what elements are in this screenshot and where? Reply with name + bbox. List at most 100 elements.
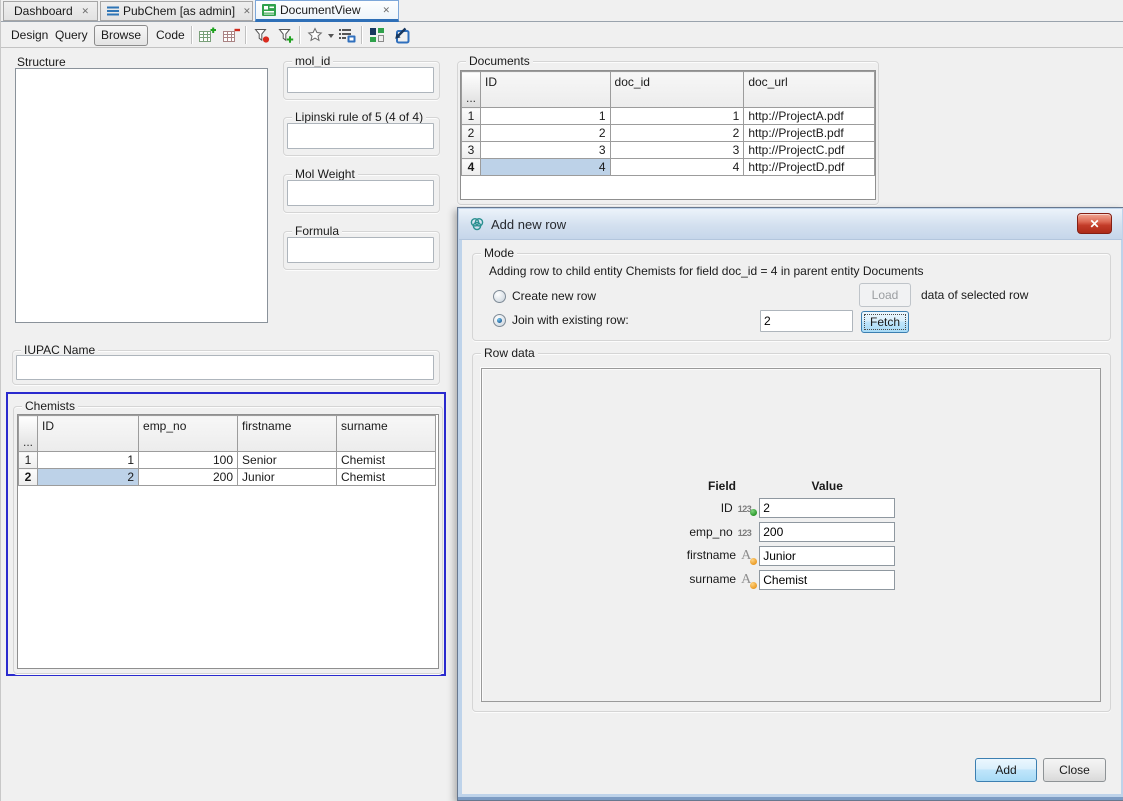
add-new-row-dialog: Add new row ✕ Mode Adding row to child e… <box>457 207 1123 801</box>
column-header-id[interactable]: ID <box>481 72 611 108</box>
close-button[interactable]: Close <box>1043 758 1106 782</box>
table-corner-button[interactable]: ... <box>19 416 38 452</box>
cell-firstname[interactable]: Junior <box>238 469 337 486</box>
tab-documentview[interactable]: DocumentView ✕ <box>255 0 399 22</box>
chemists-table: ... ID emp_no firstname surname 1 1 100 … <box>18 415 436 486</box>
tab-bar: Dashboard ✕ PubChem [as admin] ✕ Documen… <box>1 0 1123 22</box>
join-row-id-input[interactable] <box>760 310 853 332</box>
id-value-input[interactable] <box>759 498 895 518</box>
column-header-surname[interactable]: surname <box>337 416 436 452</box>
lipinski-field[interactable] <box>287 123 434 149</box>
cell-id-selected[interactable]: 4 <box>481 159 611 176</box>
documents-title: Documents <box>466 54 533 68</box>
table-row[interactable]: 1 1 100 Senior Chemist <box>19 452 436 469</box>
cell-doc-url[interactable]: http://ProjectA.pdf <box>744 108 875 125</box>
table-remove-icon[interactable] <box>221 26 241 44</box>
layout-icon[interactable] <box>367 26 387 44</box>
documents-header-row: ... ID doc_id doc_url <box>462 72 875 108</box>
cell-emp-no[interactable]: 100 <box>139 452 238 469</box>
cell-doc-url[interactable]: http://ProjectC.pdf <box>744 142 875 159</box>
export-icon[interactable] <box>391 26 411 44</box>
dialog-close-button[interactable]: ✕ <box>1077 213 1112 234</box>
column-header-emp-no[interactable]: emp_no <box>139 416 238 452</box>
column-header-firstname[interactable]: firstname <box>238 416 337 452</box>
mol-id-field[interactable] <box>287 67 434 93</box>
cell-doc-url[interactable]: http://ProjectB.pdf <box>744 125 875 142</box>
row-header[interactable]: 1 <box>462 108 481 125</box>
favorites-icon[interactable] <box>305 26 325 44</box>
cell-id-selected[interactable]: 2 <box>38 469 139 486</box>
numeric-type-icon: 123 <box>738 504 752 514</box>
create-new-row-radio[interactable] <box>493 290 506 303</box>
browse-button[interactable]: Browse <box>94 25 148 46</box>
documents-table-viewport[interactable]: ... ID doc_id doc_url 1 1 1 http://Proje… <box>460 70 876 200</box>
table-add-icon[interactable] <box>197 26 217 44</box>
field-label-emp-no: emp_no123 <box>686 521 758 544</box>
firstname-value-input[interactable] <box>759 546 895 566</box>
mol-weight-field[interactable] <box>287 180 434 206</box>
fetch-button[interactable]: Fetch <box>861 311 909 333</box>
cell-firstname[interactable]: Senior <box>238 452 337 469</box>
documents-table: ... ID doc_id doc_url 1 1 1 http://Proje… <box>461 71 875 176</box>
column-header-doc-id[interactable]: doc_id <box>610 72 744 108</box>
table-row-selected[interactable]: 4 4 4 http://ProjectD.pdf <box>462 159 875 176</box>
close-icon[interactable]: ✕ <box>380 4 392 17</box>
table-corner-button[interactable]: ... <box>462 72 481 108</box>
add-button[interactable]: Add <box>975 758 1037 782</box>
load-suffix-label: data of selected row <box>921 288 1028 302</box>
table-row[interactable]: 2 2 2 http://ProjectB.pdf <box>462 125 875 142</box>
cell-doc-id[interactable]: 4 <box>610 159 744 176</box>
cell-surname[interactable]: Chemist <box>337 469 436 486</box>
cell-doc-id[interactable]: 2 <box>610 125 744 142</box>
field-header: Field <box>686 479 758 496</box>
cell-emp-no[interactable]: 200 <box>139 469 238 486</box>
filter-add-icon[interactable] <box>275 26 295 44</box>
load-button[interactable]: Load <box>859 283 911 307</box>
surname-value-input[interactable] <box>759 570 895 590</box>
join-existing-row-radio[interactable] <box>493 314 506 327</box>
cell-surname[interactable]: Chemist <box>337 452 436 469</box>
tab-dashboard[interactable]: Dashboard ✕ <box>3 1 98 21</box>
row-header[interactable]: 2 <box>462 125 481 142</box>
table-row[interactable]: 1 1 1 http://ProjectA.pdf <box>462 108 875 125</box>
query-button[interactable]: Query <box>49 26 94 44</box>
structure-canvas[interactable] <box>15 68 268 323</box>
tab-label: PubChem [as admin] <box>119 4 241 18</box>
iupac-field[interactable] <box>16 355 434 380</box>
structure-label: Structure <box>17 55 66 69</box>
filter-current-icon[interactable] <box>251 26 271 44</box>
dialog-titlebar[interactable]: Add new row ✕ <box>459 209 1122 240</box>
row-header[interactable]: 3 <box>462 142 481 159</box>
code-button[interactable]: Code <box>150 26 191 44</box>
design-button[interactable]: Design <box>5 26 54 44</box>
chemists-title: Chemists <box>22 399 78 413</box>
row-header[interactable]: 4 <box>462 159 481 176</box>
table-row-selected[interactable]: 2 2 200 Junior Chemist <box>19 469 436 486</box>
close-icon[interactable]: ✕ <box>79 5 91 18</box>
tab-pubchem[interactable]: PubChem [as admin] ✕ <box>100 1 253 21</box>
close-icon[interactable]: ✕ <box>241 5 253 18</box>
cell-doc-url[interactable]: http://ProjectD.pdf <box>744 159 875 176</box>
column-header-id[interactable]: ID <box>38 416 139 452</box>
chemists-table-viewport[interactable]: ... ID emp_no firstname surname 1 1 100 … <box>17 414 439 669</box>
cell-id[interactable]: 1 <box>38 452 139 469</box>
favorites-caret-icon[interactable] <box>328 34 334 38</box>
table-row[interactable]: 3 3 3 http://ProjectC.pdf <box>462 142 875 159</box>
field-row: emp_no123 <box>686 521 896 544</box>
row-data-group: Row data Field Value ID123 <box>472 353 1111 712</box>
table-data-icon[interactable] <box>337 26 357 44</box>
cell-id[interactable]: 3 <box>481 142 611 159</box>
chemists-focus-outline: Chemists ... ID emp_no firstname surname… <box>6 392 446 676</box>
cell-id[interactable]: 1 <box>481 108 611 125</box>
cell-doc-id[interactable]: 1 <box>610 108 744 125</box>
mol-weight-group: Mol Weight <box>283 174 440 213</box>
row-header[interactable]: 2 <box>19 469 38 486</box>
cell-doc-id[interactable]: 3 <box>610 142 744 159</box>
formula-field[interactable] <box>287 237 434 263</box>
emp-no-value-input[interactable] <box>759 522 895 542</box>
mode-group: Mode Adding row to child entity Chemists… <box>472 253 1111 341</box>
row-header[interactable]: 1 <box>19 452 38 469</box>
column-header-doc-url[interactable]: doc_url <box>744 72 875 108</box>
required-badge-icon <box>750 582 757 589</box>
cell-id[interactable]: 2 <box>481 125 611 142</box>
